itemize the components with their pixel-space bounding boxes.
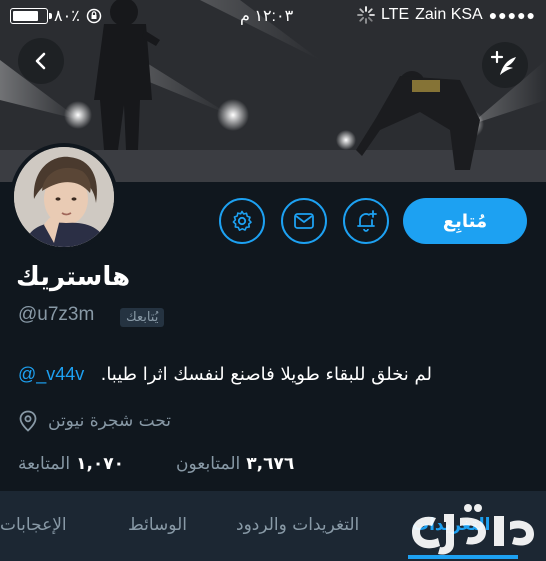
followers-stat[interactable]: ٣,٦٧٦ المتابعون <box>176 454 294 474</box>
bio-mention-link[interactable]: @_v44v <box>18 364 84 385</box>
status-left: ٨٠٪ <box>10 6 102 26</box>
gear-icon <box>232 210 252 231</box>
following-count: ١,٠٧٠ <box>76 454 125 474</box>
battery-percent: ٨٠٪ <box>54 8 80 25</box>
watermark-logo <box>412 504 534 555</box>
display-name: هاستريك <box>16 262 131 292</box>
following-button[interactable]: مُتابِع <box>403 198 527 244</box>
followers-label: المتابعون <box>176 454 241 474</box>
bio-text: لم نخلق للبقاء طويلا فاصنع لنفسك اثرا طي… <box>100 364 432 385</box>
follows-you-badge: يُتابعك <box>120 308 165 327</box>
rotation-lock-icon <box>86 8 102 24</box>
status-time: ١٢:٠٣ م <box>240 8 294 25</box>
avatar[interactable] <box>10 143 118 251</box>
envelope-icon <box>294 213 314 229</box>
chevron-left-icon <box>35 52 46 70</box>
compose-tweet-button[interactable] <box>482 42 528 88</box>
tab-tweets-replies[interactable]: التغريدات والردود <box>236 515 359 535</box>
followers-count: ٣,٦٧٦ <box>246 454 295 474</box>
notifications-button[interactable] <box>343 198 389 244</box>
signal-strength-icon: ●●●●● <box>488 7 536 23</box>
location-pin-icon <box>19 410 37 432</box>
tab-media[interactable]: الوسائط <box>128 515 187 535</box>
network-type: LTE <box>380 6 410 23</box>
loading-spinner-icon <box>357 6 375 24</box>
bell-plus-icon <box>357 210 377 232</box>
status-right: LTE Zain KSA ●●●●● <box>357 6 536 24</box>
following-stat[interactable]: ١,٠٧٠ المتابعة <box>18 454 124 474</box>
location: تحت شجرة نيوتن <box>18 410 171 432</box>
location-text: تحت شجرة نيوتن <box>48 411 172 431</box>
following-label: المتابعة <box>18 454 71 474</box>
username-handle: @u7z3m <box>18 304 95 325</box>
avatar-photo <box>14 147 114 247</box>
carrier-name: Zain KSA <box>415 6 483 23</box>
tab-likes[interactable]: الإعجابات <box>0 515 67 535</box>
message-button[interactable] <box>281 198 327 244</box>
battery-fill <box>13 11 38 21</box>
settings-button[interactable] <box>219 198 265 244</box>
compose-tweet-icon <box>491 51 516 75</box>
status-bar: ٨٠٪ ١٢:٠٣ م LTE Zain KSA ●●●●● <box>0 0 546 32</box>
battery-icon <box>10 8 52 24</box>
back-button[interactable] <box>18 38 64 84</box>
